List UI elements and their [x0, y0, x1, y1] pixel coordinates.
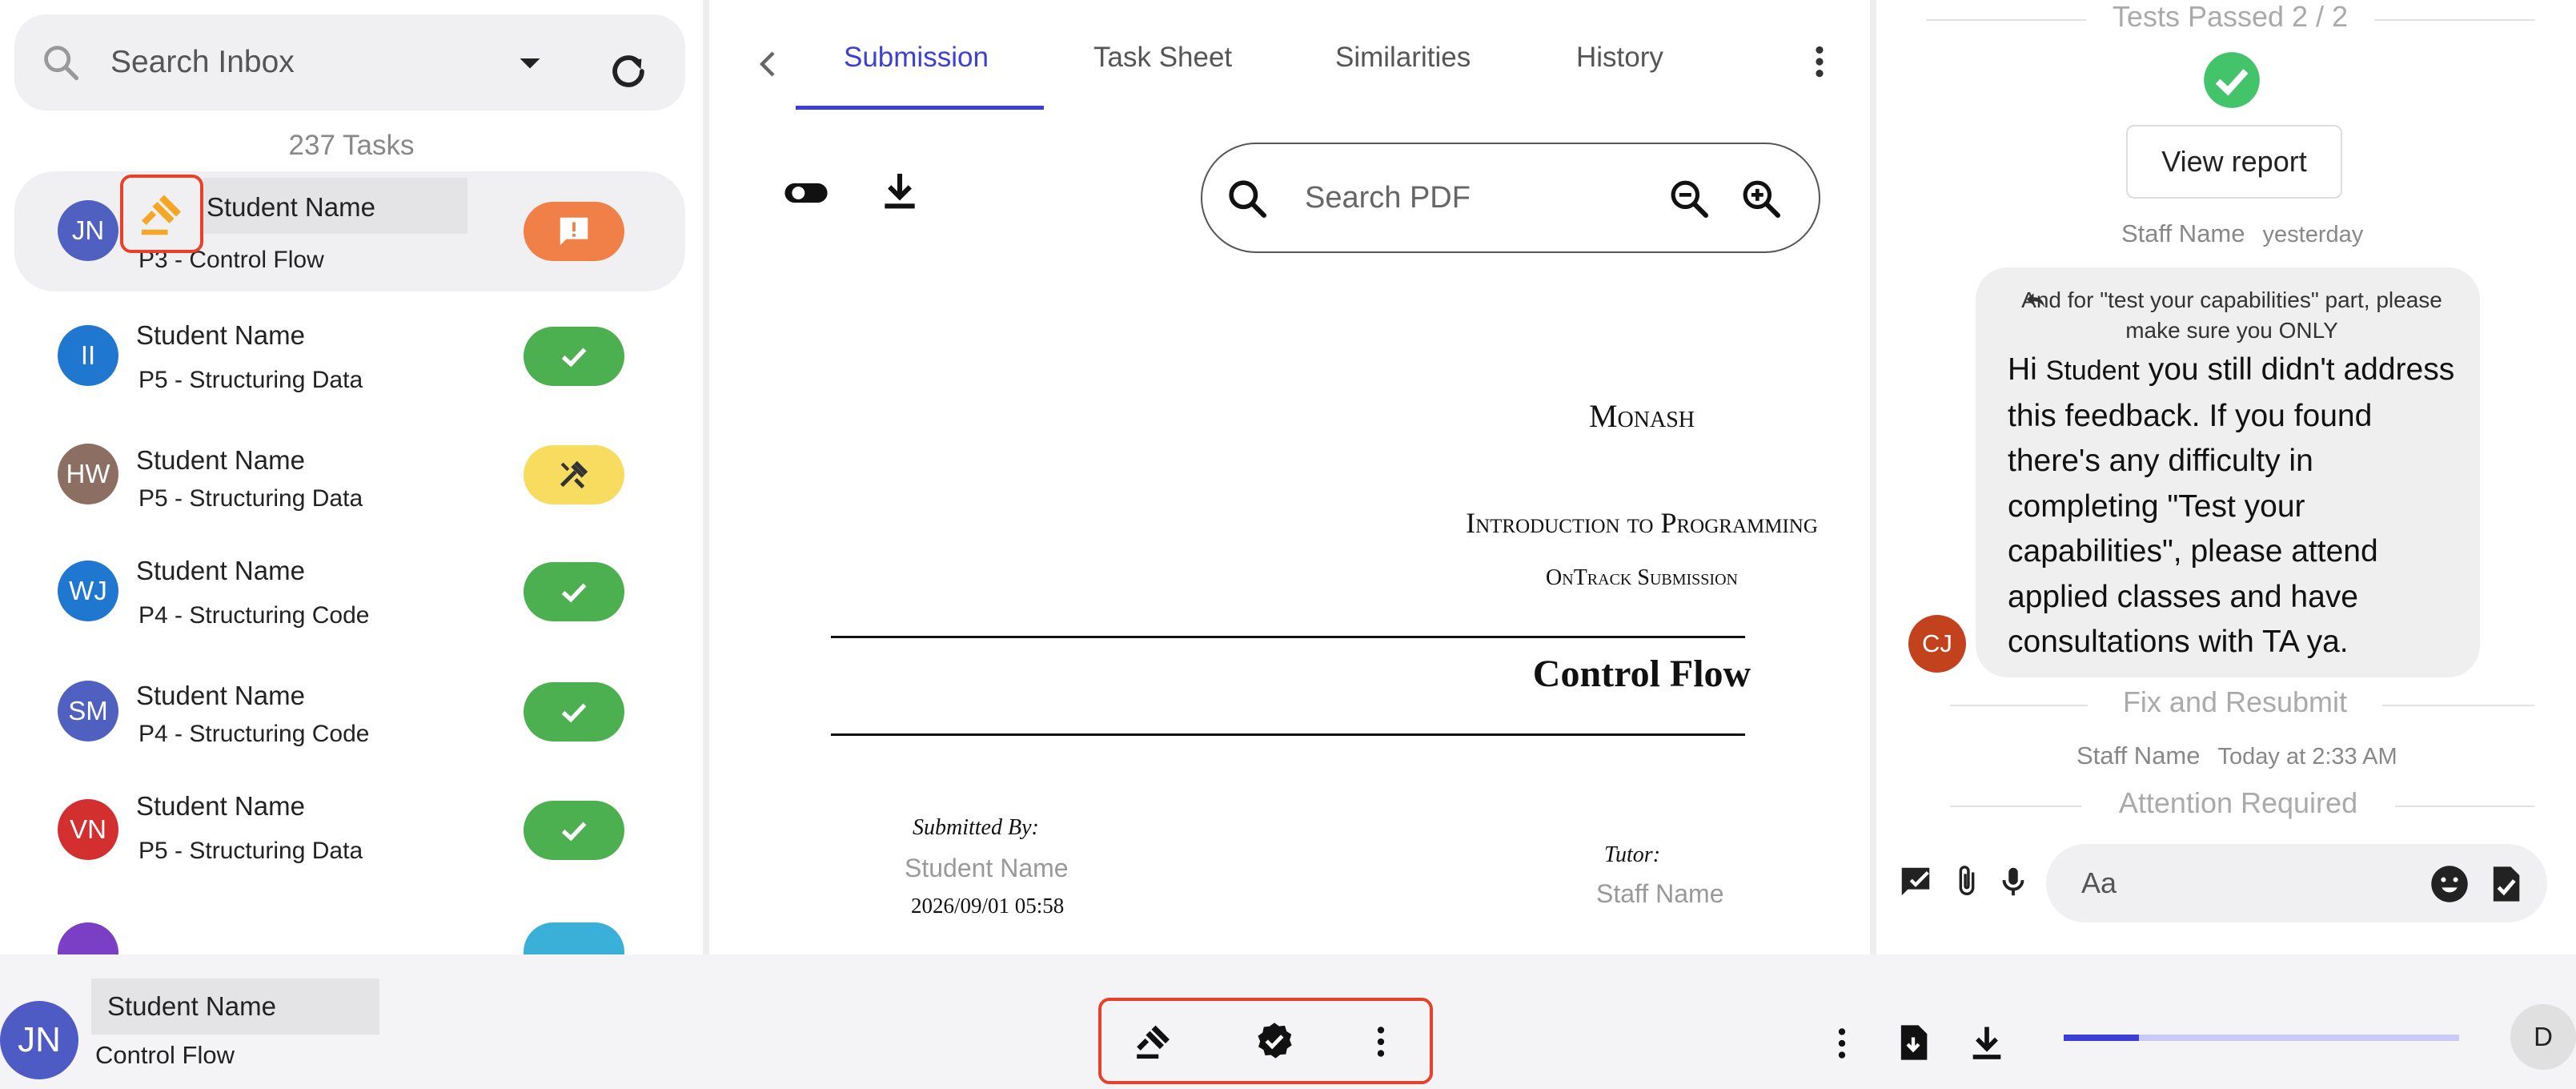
- progress-fill: [2064, 1035, 2139, 1041]
- attachment-icon[interactable]: [1948, 863, 1985, 900]
- doc-tutor: Staff Name: [1596, 879, 1724, 908]
- doc-course: Introduction to Programming: [1466, 507, 1818, 539]
- task-count: 237 Tasks: [288, 130, 415, 161]
- status-badge[interactable]: [524, 202, 624, 261]
- check-icon: [561, 822, 587, 842]
- tests-passed-label: Tests Passed 2 / 2: [2086, 0, 2374, 34]
- doc-student: Student Name: [905, 854, 1069, 882]
- comment-check-icon[interactable]: [1897, 863, 1934, 900]
- progress-bar: [2064, 1035, 2459, 1041]
- dropdown-arrow-icon[interactable]: [506, 38, 554, 86]
- message-text: Hi Student you still didn't address this…: [2008, 352, 2455, 659]
- doc-submitted-by-label: Submitted By:: [913, 815, 1039, 840]
- inbox-search[interactable]: Search Inbox: [14, 14, 685, 111]
- check-icon: [561, 348, 587, 368]
- gavel-icon[interactable]: [1134, 1022, 1174, 1062]
- composer-input[interactable]: Aa: [2081, 844, 2117, 922]
- task-unit: P5 - Structuring Data: [138, 367, 363, 393]
- doc-institution: Monash: [1588, 398, 1695, 434]
- tools-icon: [560, 460, 588, 489]
- timestamp: Today at 2:33 AM: [2217, 744, 2397, 770]
- task-student-name: Student Name: [136, 445, 305, 475]
- highlight-box: [120, 175, 203, 253]
- submission-viewer: Submission Task Sheet Similarities Histo…: [709, 0, 1870, 954]
- task-student-name: Student Name: [136, 320, 305, 350]
- inbox-panel: Search Inbox 237 Tasks JN P3 - Control Fl…: [0, 0, 703, 954]
- doc-title: Control Flow: [1532, 653, 1751, 695]
- verified-icon[interactable]: [1254, 1020, 1295, 1062]
- task-unit: P4 - Structuring Code: [138, 721, 370, 747]
- avatar: JN: [58, 200, 118, 261]
- status-badge[interactable]: [524, 682, 624, 741]
- bottom-bar: JN Student Name Control Flow D: [0, 954, 2576, 1089]
- doc-rule: [831, 733, 1745, 736]
- task-unit: Control Flow: [95, 1041, 235, 1069]
- status-change-fix: Fix and Resubmit: [2088, 685, 2382, 719]
- status-badge[interactable]: [524, 801, 624, 860]
- panel-divider: [703, 0, 709, 954]
- student-avatar: JN: [0, 1001, 78, 1079]
- status-badge[interactable]: [524, 562, 624, 621]
- doc-tutor-label: Tutor:: [1604, 842, 1661, 867]
- staff-name: Staff Name: [2076, 741, 2201, 770]
- task-student-name: Student Name: [136, 681, 305, 710]
- emoji-icon[interactable]: [2429, 863, 2470, 905]
- avatar: [58, 922, 118, 954]
- more-vert-icon[interactable]: [1822, 1023, 1862, 1063]
- file-download-icon[interactable]: [1892, 1022, 1934, 1063]
- message-composer[interactable]: Aa: [2046, 844, 2547, 922]
- avatar: II: [58, 325, 118, 386]
- staff-name: Staff Name: [2121, 219, 2245, 247]
- task-unit: P4 - Structuring Code: [138, 602, 370, 629]
- staff-meta: Staff Name Today at 2:33 AM: [2076, 741, 2397, 770]
- avatar: SM: [58, 681, 118, 741]
- status-badge[interactable]: [524, 327, 624, 386]
- reply-quote: And for "test your capabilities" part, p…: [2021, 287, 2442, 343]
- task-unit: P5 - Structuring Data: [138, 838, 363, 864]
- feedback-icon: [560, 217, 588, 246]
- view-report-button[interactable]: View report: [2126, 125, 2342, 199]
- doc-subtitle: OnTrack Submission: [1546, 565, 1738, 590]
- task-unit: P5 - Structuring Data: [138, 485, 363, 512]
- status-change-attention: Attention Required: [2081, 786, 2395, 820]
- timestamp: yesterday: [2262, 222, 2364, 247]
- more-vert-icon[interactable]: [1361, 1022, 1401, 1062]
- task-student-name: Student Name: [136, 556, 305, 585]
- staff-meta: Staff Name yesterday: [2121, 219, 2363, 248]
- search-icon: [44, 46, 79, 81]
- task-actions-toolbar: [1098, 998, 1433, 1084]
- pdf-page: Monash Introduction to Programming OnTra…: [709, 0, 1870, 954]
- doc-date: 2026/09/01 05:58: [911, 894, 1065, 918]
- status-badge[interactable]: [524, 922, 624, 954]
- refresh-icon[interactable]: [605, 48, 652, 94]
- student-name: Student Name: [107, 991, 276, 1021]
- user-avatar[interactable]: D: [2510, 1004, 2576, 1070]
- check-circle-icon: [2204, 52, 2260, 108]
- status-badge[interactable]: [524, 445, 624, 504]
- task-student-name: Student Name: [136, 791, 305, 821]
- doc-rule: [831, 636, 1745, 638]
- document-check-icon[interactable]: [2485, 862, 2526, 906]
- avatar: WJ: [58, 561, 118, 621]
- chat-panel: Tests Passed 2 / 2 View report Staff Nam…: [1876, 0, 2576, 954]
- panel-divider: [1870, 0, 1876, 954]
- avatar: HW: [58, 444, 118, 504]
- sender-avatar: CJ: [1908, 615, 1966, 673]
- download-icon[interactable]: [1966, 1022, 2008, 1063]
- microphone-icon[interactable]: [1995, 863, 2032, 900]
- check-icon: [561, 703, 587, 723]
- avatar: VN: [58, 799, 118, 860]
- check-icon: [561, 583, 587, 603]
- gavel-icon: [142, 195, 181, 235]
- selected-task-name: Student Name: [207, 192, 375, 222]
- inbox-search-input[interactable]: Search Inbox: [110, 14, 295, 111]
- message-bubble[interactable]: And for "test your capabilities" part, p…: [1976, 267, 2480, 677]
